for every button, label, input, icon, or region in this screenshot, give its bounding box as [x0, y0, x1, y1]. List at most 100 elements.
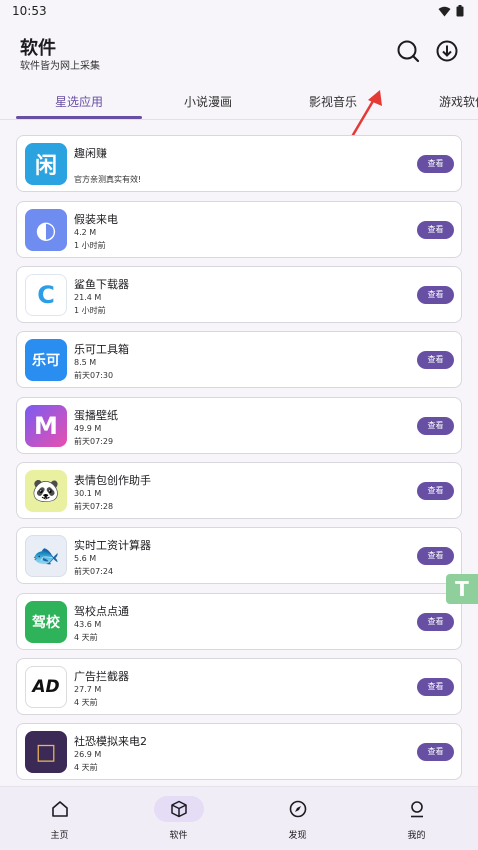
- app-name: 乐可工具箱: [74, 343, 129, 356]
- app-card[interactable]: 🐟 实时工资计算器 5.6 M 前天07:24 查看: [16, 527, 462, 584]
- tab-indicator: [16, 116, 142, 119]
- view-button[interactable]: 查看: [417, 221, 454, 239]
- app-name: 趣闲赚: [74, 147, 107, 160]
- status-icons: [438, 5, 464, 17]
- nav-item-discover[interactable]: 发现: [238, 787, 357, 850]
- nav-label: 发现: [288, 831, 307, 841]
- view-button[interactable]: 查看: [417, 417, 454, 435]
- app-updated: 4 天前: [74, 763, 98, 772]
- app-icon: C: [25, 274, 67, 316]
- status-bar: 10:53: [0, 0, 478, 22]
- app-note: 官方亲测真实有效!: [74, 175, 142, 184]
- app-card[interactable]: C 鲨鱼下载器 21.4 M 1 小时前 查看: [16, 266, 462, 323]
- view-button[interactable]: 查看: [417, 286, 454, 304]
- person-icon: [411, 801, 423, 818]
- search-icon: [397, 40, 420, 63]
- tab-video-music[interactable]: 影视音乐: [271, 88, 395, 118]
- home-icon: [52, 801, 68, 817]
- search-button[interactable]: [395, 38, 421, 64]
- app-size: 26.9 M: [74, 750, 102, 759]
- app-card[interactable]: □ 社恐模拟来电2 26.9 M 4 天前 查看: [16, 723, 462, 780]
- app-name: 鲨鱼下载器: [74, 278, 129, 291]
- view-button[interactable]: 查看: [417, 155, 454, 173]
- app-card[interactable]: 驾校 驾校点点通 43.6 M 4 天前 查看: [16, 593, 462, 650]
- app-size: 4.2 M: [74, 228, 97, 237]
- app-name: 假装来电: [74, 213, 118, 226]
- app-icon-glyph: M: [34, 412, 58, 440]
- bottom-nav: 主页 软件 发现 我的: [0, 786, 478, 850]
- app-icon-glyph: ◐: [35, 216, 57, 244]
- app-icon-glyph: 驾校: [32, 615, 60, 631]
- app-updated: 前天07:30: [74, 371, 114, 380]
- app-size: 5.6 M: [74, 554, 97, 563]
- tab-game-software[interactable]: 游戏软件: [401, 88, 478, 118]
- app-card[interactable]: ◐ 假装来电 4.2 M 1 小时前 查看: [16, 201, 462, 258]
- app-icon: 闲: [25, 143, 67, 185]
- app-icon-glyph: AD: [32, 677, 60, 697]
- app-updated: 1 小时前: [74, 306, 106, 315]
- page-subtitle: 软件皆为网上采集: [20, 61, 100, 72]
- app-name: 社恐模拟来电2: [74, 735, 147, 748]
- cube-icon: [171, 800, 187, 818]
- app-updated: 4 天前: [74, 698, 98, 707]
- nav-item-software[interactable]: 软件: [119, 787, 238, 850]
- download-button[interactable]: [434, 38, 460, 64]
- app-size: 21.4 M: [74, 293, 102, 302]
- status-time: 10:53: [12, 4, 47, 18]
- app-icon-glyph: 乐可: [32, 353, 60, 369]
- app-icon: 🐟: [25, 535, 67, 577]
- app-icon: ◐: [25, 209, 67, 251]
- app-icon-glyph: □: [35, 739, 57, 765]
- nav-label: 主页: [50, 831, 69, 841]
- app-updated: 1 小时前: [74, 241, 106, 250]
- app-card[interactable]: M 蛋播壁纸 49.9 M 前天07:29 查看: [16, 397, 462, 454]
- app-updated: 前天07:29: [74, 437, 114, 446]
- app-icon: □: [25, 731, 67, 773]
- app-card[interactable]: 乐可 乐可工具箱 8.5 M 前天07:30 查看: [16, 331, 462, 388]
- view-button[interactable]: 查看: [417, 678, 454, 696]
- compass-icon: [289, 800, 307, 818]
- app-updated: 前天07:24: [74, 567, 114, 576]
- app-size: 49.9 M: [74, 424, 102, 433]
- view-button[interactable]: 查看: [417, 547, 454, 565]
- app-size: 27.7 M: [74, 685, 102, 694]
- nav-item-profile[interactable]: 我的: [357, 787, 476, 850]
- app-updated: 4 天前: [74, 633, 98, 642]
- view-button[interactable]: 查看: [417, 351, 454, 369]
- view-button[interactable]: 查看: [417, 743, 454, 761]
- app-name: 蛋播壁纸: [74, 409, 118, 422]
- app-icon: 🐼: [25, 470, 67, 512]
- battery-icon: [456, 5, 464, 17]
- app-header: 软件 软件皆为网上采集: [0, 22, 478, 90]
- app-name: 表情包创作助手: [74, 474, 151, 487]
- app-name: 驾校点点通: [74, 605, 129, 618]
- app-size: 8.5 M: [74, 358, 97, 367]
- app-icon-glyph: 🐼: [32, 478, 60, 504]
- app-updated: 前天07:28: [74, 502, 114, 511]
- wifi-icon: [438, 6, 451, 16]
- floating-translate-button[interactable]: T: [446, 574, 478, 604]
- app-icon: AD: [25, 666, 67, 708]
- app-icon-glyph: 🐟: [32, 543, 60, 569]
- app-icon: 乐可: [25, 339, 67, 381]
- nav-item-home[interactable]: 主页: [0, 787, 119, 850]
- app-size: 30.1 M: [74, 489, 102, 498]
- app-name: 实时工资计算器: [74, 539, 151, 552]
- tab-novels-comics[interactable]: 小说漫画: [146, 88, 270, 118]
- nav-label: 软件: [169, 831, 188, 841]
- nav-label: 我的: [407, 831, 426, 841]
- view-button[interactable]: 查看: [417, 613, 454, 631]
- view-button[interactable]: 查看: [417, 482, 454, 500]
- app-card[interactable]: AD 广告拦截器 27.7 M 4 天前 查看: [16, 658, 462, 715]
- app-icon-glyph: C: [37, 281, 55, 309]
- download-icon: [436, 40, 458, 62]
- app-icon: 驾校: [25, 601, 67, 643]
- app-name: 广告拦截器: [74, 670, 129, 683]
- app-size: 43.6 M: [74, 620, 102, 629]
- category-tabs: 星选应用 小说漫画 影视音乐 游戏软件: [0, 88, 478, 120]
- app-card[interactable]: 闲 趣闲赚 官方亲测真实有效! 查看: [16, 135, 462, 192]
- app-card[interactable]: 🐼 表情包创作助手 30.1 M 前天07:28 查看: [16, 462, 462, 519]
- app-icon: M: [25, 405, 67, 447]
- app-icon-glyph: 闲: [34, 154, 57, 179]
- tab-featured-apps[interactable]: 星选应用: [17, 88, 141, 118]
